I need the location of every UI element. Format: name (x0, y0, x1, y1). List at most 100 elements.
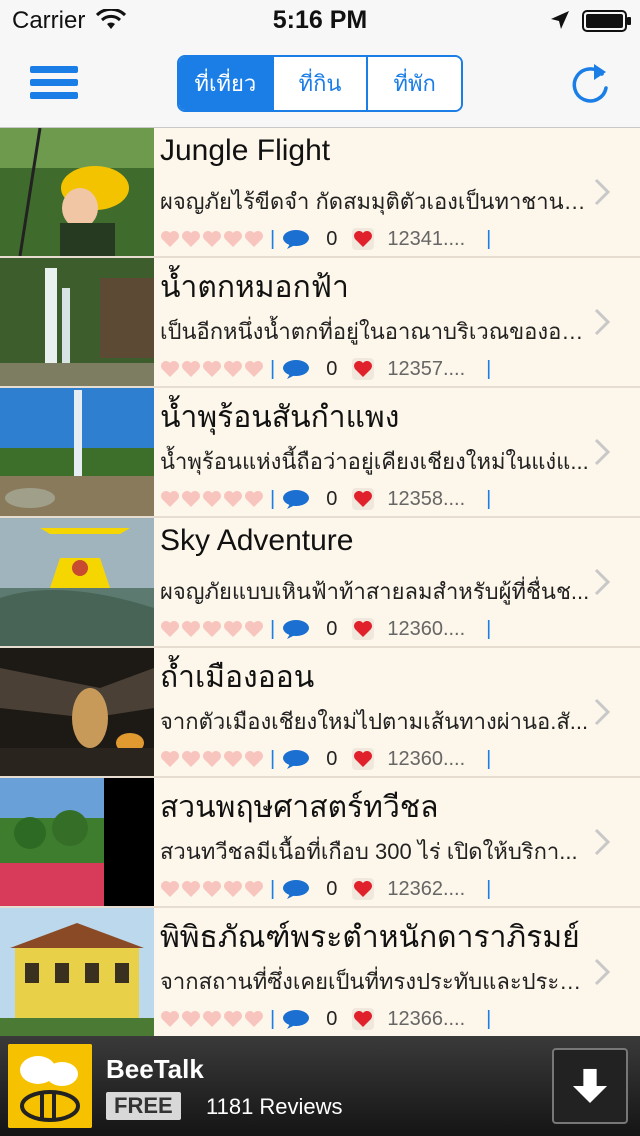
list-item[interactable]: น้ำพุร้อนสันกำแพง น้ำพุร้อนแห่งนี้ถือว่า… (0, 388, 640, 518)
ad-title: BeeTalk (106, 1054, 204, 1084)
place-title: Sky Adventure (160, 524, 354, 557)
location-arrow-icon (551, 11, 569, 29)
place-description: น้ำพุร้อนแห่งนี้ถือว่าอยู่เคียงเชียงใหม่… (160, 449, 589, 474)
place-meta: | 0 12362.... | (160, 876, 498, 902)
heart-rating-icon (161, 231, 179, 247)
refresh-icon[interactable] (566, 60, 614, 108)
menu-bar-icon (30, 66, 78, 73)
rating-hearts[interactable] (160, 230, 265, 248)
heart-rating-icon (224, 491, 242, 507)
chevron-right-icon (594, 178, 611, 206)
rating-hearts[interactable] (160, 360, 265, 378)
comment-icon (283, 620, 310, 639)
view-count: 12366.... (387, 1007, 466, 1030)
view-count: 12362.... (387, 877, 466, 900)
separator: | (270, 357, 276, 380)
comment-count: 0 (326, 617, 338, 640)
ad-reviews: 1181 Reviews (206, 1094, 343, 1119)
heart-rating-icon (203, 1011, 221, 1027)
separator: | (486, 747, 492, 770)
comment-count: 0 (326, 227, 338, 250)
rating-hearts[interactable] (160, 1010, 265, 1028)
beetalk-logo-icon (8, 1044, 92, 1128)
heart-rating-icon (161, 621, 179, 637)
view-count: 12360.... (387, 747, 466, 770)
list-item[interactable]: พิพิธภัณฑ์พระตำหนักดาราภิรมย์ จากสถานที่… (0, 908, 640, 1036)
heart-rating-icon (245, 1011, 263, 1027)
place-title: ถ้ำเมืองออน (160, 661, 315, 694)
place-meta: | 0 12360.... | (160, 746, 498, 772)
rating-hearts[interactable] (160, 880, 265, 898)
chevron-right-icon (594, 698, 611, 726)
place-thumbnail (0, 518, 154, 646)
heart-rating-icon (203, 361, 221, 377)
comment-icon (283, 490, 310, 509)
rating-hearts[interactable] (160, 620, 265, 638)
place-thumbnail (0, 128, 154, 256)
heart-rating-icon (182, 491, 200, 507)
view-count: 12341.... (387, 227, 466, 250)
comment-count: 0 (326, 877, 338, 900)
heart-rating-icon (224, 231, 242, 247)
heart-rating-icon (224, 621, 242, 637)
place-thumbnail (0, 908, 154, 1036)
heart-rating-icon (182, 361, 200, 377)
heart-rating-icon (245, 361, 263, 377)
place-meta: | 0 12360.... | (160, 616, 498, 642)
list-item[interactable]: ถ้ำเมืองออน จากตัวเมืองเชียงใหม่ไปตามเส้… (0, 648, 640, 778)
place-meta: | 0 12366.... | (160, 1006, 498, 1032)
category-segmented-control: ที่เที่ยว ที่กิน ที่พัก (177, 55, 463, 112)
view-count: 12357.... (387, 357, 466, 380)
heart-rating-icon (224, 881, 242, 897)
separator: | (486, 617, 492, 640)
chevron-right-icon (594, 568, 611, 596)
comment-count: 0 (326, 1007, 338, 1030)
separator: | (486, 877, 492, 900)
place-meta: | 0 12358.... | (160, 486, 498, 512)
heart-rating-icon (203, 881, 221, 897)
place-description: จากตัวเมืองเชียงใหม่ไปตามเส้นทางผ่านอ.สั… (160, 709, 589, 734)
rating-hearts[interactable] (160, 490, 265, 508)
place-meta: | 0 12357.... | (160, 356, 498, 382)
heart-rating-icon (245, 751, 263, 767)
chevron-right-icon (594, 828, 611, 856)
menu-bar-icon (30, 92, 78, 99)
heart-like-icon (352, 878, 375, 900)
list-item[interactable]: สวนพฤษศาสตร์ทวีชล สวนทวีชลมีเนื้อที่เกือ… (0, 778, 640, 908)
view-count: 12358.... (387, 487, 466, 510)
heart-rating-icon (161, 1011, 179, 1027)
comment-icon (283, 1010, 310, 1029)
comment-count: 0 (326, 357, 338, 380)
heart-rating-icon (182, 1011, 200, 1027)
view-count: 12360.... (387, 617, 466, 640)
tab-food[interactable]: ที่กิน (273, 57, 369, 110)
comment-icon (283, 360, 310, 379)
chevron-right-icon (594, 438, 611, 466)
place-thumbnail (0, 648, 154, 776)
tab-attractions[interactable]: ที่เที่ยว (179, 57, 274, 110)
nav-bar: ที่เที่ยว ที่กิน ที่พัก (0, 40, 640, 128)
menu-button[interactable] (30, 66, 78, 102)
list-item[interactable]: Jungle Flight ผจญภัยไร้ขีดจำ กัดสมมุติตั… (0, 128, 640, 258)
rating-hearts[interactable] (160, 750, 265, 768)
download-button[interactable] (552, 1048, 628, 1124)
list-item[interactable]: น้ำตกหมอกฟ้า เป็นอีกหนึ่งน้ำตกที่อยู่ในอ… (0, 258, 640, 388)
heart-rating-icon (161, 361, 179, 377)
places-list[interactable]: Jungle Flight ผจญภัยไร้ขีดจำ กัดสมมุติตั… (0, 128, 640, 1036)
heart-rating-icon (182, 231, 200, 247)
place-description: สวนทวีชลมีเนื้อที่เกือบ 300 ไร่ เปิดให้บ… (160, 839, 578, 864)
place-title: Jungle Flight (160, 134, 331, 167)
ad-banner[interactable]: BeeTalk FREE 1181 Reviews (0, 1036, 640, 1136)
comment-count: 0 (326, 487, 338, 510)
heart-rating-icon (245, 491, 263, 507)
heart-rating-icon (245, 231, 263, 247)
list-item[interactable]: Sky Adventure ผจญภัยแบบเหินฟ้าท้าสายลมสำ… (0, 518, 640, 648)
place-title: น้ำพุร้อนสันกำแพง (160, 401, 400, 434)
chevron-right-icon (594, 958, 611, 986)
tab-accommodation[interactable]: ที่พัก (368, 57, 461, 110)
heart-rating-icon (203, 751, 221, 767)
heart-rating-icon (224, 1011, 242, 1027)
heart-like-icon (352, 488, 375, 510)
heart-rating-icon (203, 231, 221, 247)
place-thumbnail (0, 258, 154, 386)
